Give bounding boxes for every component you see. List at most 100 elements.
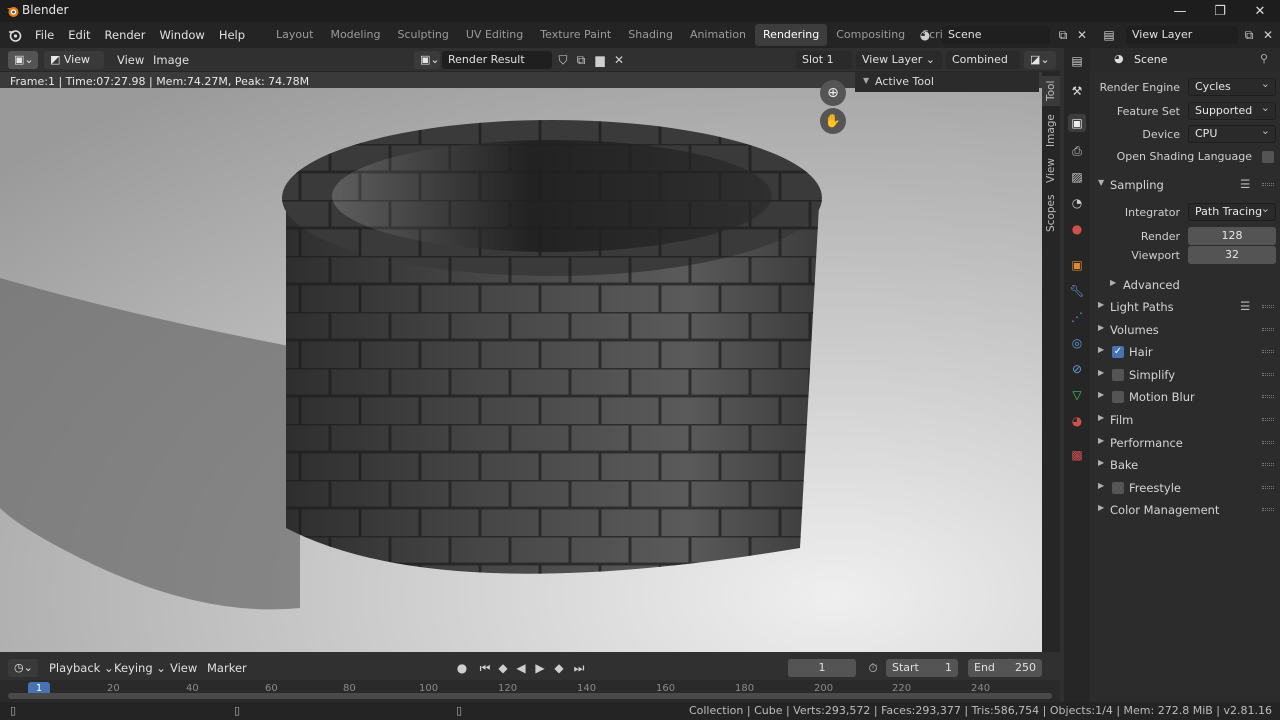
menu-image[interactable]: Image [146,47,196,73]
menu-window[interactable]: Window [152,22,211,48]
unlink-image-icon[interactable]: ✕ [610,51,628,69]
slot-dropdown[interactable]: Slot 1 ⌄ [796,51,852,84]
open-image-folder-icon[interactable]: ▆ [591,51,609,69]
tool-icon[interactable]: ⚒ [1068,82,1086,100]
light-paths-section[interactable]: ▶ Light Paths ☰ [1090,296,1280,318]
next-keyframe-icon[interactable]: ◆ [550,659,568,677]
tab-modeling[interactable]: Modeling [322,24,388,46]
sidebar-active-tool[interactable]: ▼ Active Tool [855,72,1039,92]
drag-handle-icon[interactable] [1262,373,1274,376]
pan-hand-icon[interactable]: ✋ [820,108,846,134]
tab-rendering[interactable]: Rendering [755,24,828,46]
drag-handle-icon[interactable] [1262,463,1274,466]
render-viewport[interactable]: Frame:1 | Time:07:27.98 | Mem:74.27M, Pe… [0,72,1042,652]
world-properties-icon[interactable]: ● [1068,220,1086,238]
drag-handle-icon[interactable] [1262,418,1274,421]
motion-blur-checkbox[interactable] [1112,391,1124,403]
menu-timeline-view[interactable]: View [163,655,204,681]
drag-handle-icon[interactable] [1262,350,1274,353]
scene-selector-icon[interactable]: ◕ [916,26,934,44]
view-layer-field[interactable]: View Layer [1126,26,1238,44]
device-dropdown[interactable]: CPU [1188,123,1276,143]
output-properties-icon[interactable]: ⎙ [1068,142,1086,160]
osl-checkbox[interactable] [1262,151,1274,163]
new-scene-icon[interactable]: ⧉ [1054,26,1072,44]
close-button[interactable]: ✕ [1240,0,1280,22]
layer-dropdown[interactable]: View Layer ⌄ [856,51,942,69]
tab-tool[interactable]: Tool [1042,76,1060,106]
play-reverse-icon[interactable]: ◀ [512,659,530,677]
render-samples-field[interactable]: 128 [1188,227,1276,245]
material-icon[interactable]: ◕ [1068,412,1086,430]
object-properties-icon[interactable]: ▣ [1068,256,1086,274]
film-section[interactable]: ▶ Film [1090,409,1280,431]
editor-type-button[interactable]: ▣⌄ [8,51,38,69]
presets-list-icon[interactable]: ☰ [1240,177,1250,191]
tab-uv-editing[interactable]: UV Editing [458,24,531,46]
modifier-wrench-icon[interactable]: 🔧︎ [1068,282,1086,300]
pass-dropdown[interactable]: Combined ⌄ [946,51,1020,84]
scene-field[interactable]: Scene [942,26,1050,44]
volumes-section[interactable]: ▶ Volumes [1090,319,1280,341]
render-properties-icon[interactable]: ▣ [1068,114,1086,132]
freestyle-section[interactable]: ▶ Freestyle [1090,477,1280,499]
tab-layout[interactable]: Layout [268,24,321,46]
minimize-button[interactable]: — [1160,0,1200,22]
image-name-field[interactable]: Render Result [442,51,552,69]
drag-handle-icon[interactable] [1262,328,1274,331]
drag-handle-icon[interactable] [1262,441,1274,444]
texture-checker-icon[interactable]: ▩ [1068,446,1086,464]
advanced-subsection[interactable]: ▶ Advanced [1090,274,1280,296]
viewport-samples-field[interactable]: 32 [1188,246,1276,264]
stopwatch-icon[interactable]: ⏱ [864,659,882,677]
editor-type-icon[interactable]: ▤ [1068,52,1086,70]
constraints-icon[interactable]: ⊘ [1068,360,1086,378]
tab-view[interactable]: View [1042,156,1060,186]
start-frame-field[interactable]: Start 1 [886,659,958,677]
timeline-scrubber[interactable]: 1 20 40 60 80 100 120 140 160 180 200 22… [0,680,1060,702]
tab-image[interactable]: Image [1042,112,1060,150]
menu-render[interactable]: Render [98,22,153,48]
remove-scene-icon[interactable]: ✕ [1073,26,1091,44]
bake-section[interactable]: ▶ Bake [1090,454,1280,476]
timeline-editor-type-icon[interactable]: ◷⌄ [8,659,38,677]
scene-properties-icon[interactable]: ◔ [1068,194,1086,212]
particles-icon[interactable]: ⋰ [1068,308,1086,326]
tab-compositing[interactable]: Compositing [828,24,913,46]
drag-handle-icon[interactable] [1262,305,1274,308]
zoom-icon[interactable]: ⊕ [820,80,846,106]
current-frame-field[interactable]: 1 [788,659,856,677]
hair-checkbox[interactable]: ✓ [1112,346,1124,358]
image-browse-icon[interactable]: ▣⌄ [414,51,440,69]
presets-list-icon[interactable]: ☰ [1240,299,1250,313]
menu-marker[interactable]: Marker [200,655,254,681]
jump-start-icon[interactable]: ⏮ [476,659,494,677]
object-data-icon[interactable]: ▽ [1068,386,1086,404]
tab-shading[interactable]: Shading [620,24,681,46]
jump-end-icon[interactable]: ⏭ [570,659,588,677]
view-layer-properties-icon[interactable]: ▨ [1068,168,1086,186]
freestyle-checkbox[interactable] [1112,482,1124,494]
blender-menu-icon[interactable] [6,26,24,44]
pin-icon[interactable]: ⚲ [1260,52,1268,65]
end-frame-field[interactable]: End 250 [968,659,1042,677]
new-view-layer-icon[interactable]: ⧉ [1240,26,1258,44]
tab-texture-paint[interactable]: Texture Paint [532,24,619,46]
physics-icon[interactable]: ◎ [1068,334,1086,352]
tab-scopes[interactable]: Scopes [1042,192,1060,234]
timeline-scrollbar[interactable] [8,693,1052,699]
render-engine-dropdown[interactable]: Cycles [1188,76,1276,96]
drag-handle-icon[interactable] [1262,183,1274,186]
remove-view-layer-icon[interactable]: ✕ [1259,26,1277,44]
menu-help[interactable]: Help [212,22,252,48]
simplify-checkbox[interactable] [1112,369,1124,381]
display-channels-button[interactable]: ◪⌄ [1024,51,1056,69]
menu-file[interactable]: File [28,22,61,48]
motion-blur-section[interactable]: ▶ Motion Blur [1090,386,1280,408]
record-icon[interactable]: ● [453,659,471,677]
tab-sculpting[interactable]: Sculpting [390,24,457,46]
sampling-section[interactable]: ▼ Sampling ☰ [1090,174,1280,196]
drag-handle-icon[interactable] [1262,508,1274,511]
integrator-dropdown[interactable]: Path Tracing [1188,201,1276,221]
maximize-button[interactable]: ❐ [1200,0,1240,22]
